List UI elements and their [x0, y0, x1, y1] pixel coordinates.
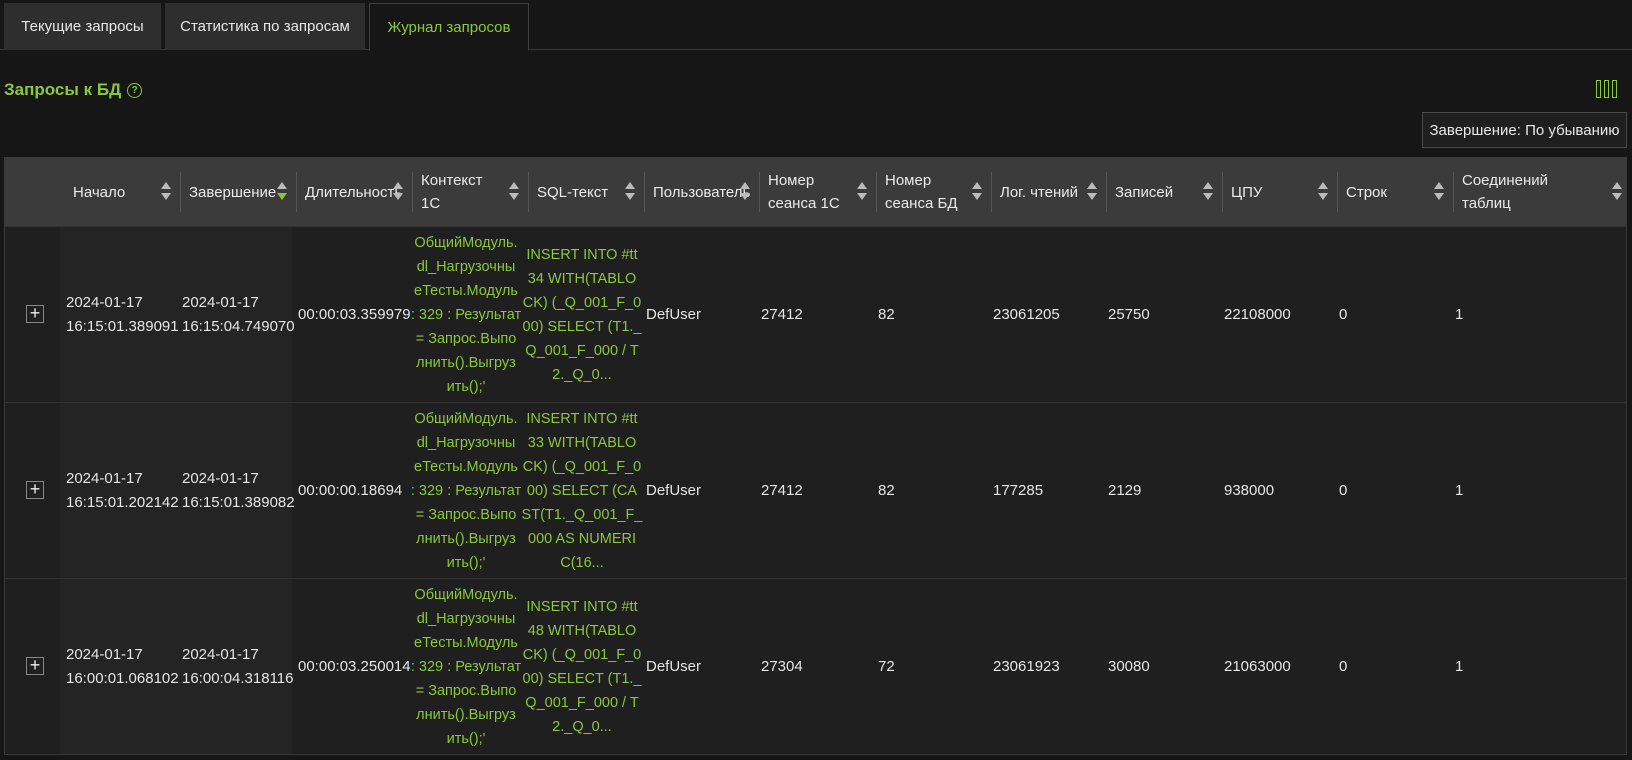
sort-arrows-icon[interactable] [1318, 182, 1328, 202]
col-context-1c-cell[interactable]: ОбщийМодуль. dl_Нагрузочны еТесты.Модуль… [408, 227, 524, 402]
col-table-joins-cell: 1 [1455, 657, 1464, 675]
column-header-label: Номер сеанса БД [885, 172, 958, 212]
col-cpu-header[interactable]: ЦПУ [1223, 158, 1338, 226]
col-end-header[interactable]: Завершение [181, 158, 297, 226]
column-header-label: Строк [1346, 183, 1387, 201]
col-context-1c-cell[interactable]: ОбщийМодуль. dl_Нагрузочны еТесты.Модуль… [408, 403, 524, 578]
column-header-label: Начало [73, 183, 126, 201]
col-duration-cell: 00:00:00.18694 [298, 481, 403, 499]
col-user-cell: DefUser [646, 481, 702, 499]
table-header: Начало Завершение Длительность Контекст 1С S… [5, 158, 1626, 226]
col-table-joins-cell: 1 [1455, 305, 1464, 323]
column-header-label: ЦПУ [1231, 183, 1263, 201]
col-duration-cell: 00:00:03.359979 [298, 305, 411, 323]
section-title-text: Запросы к БД [4, 80, 122, 99]
column-header-label: Соединений таблиц [1462, 172, 1548, 212]
table-row[interactable]: +2024-01-17 16:00:01.068102 2024-01-17 16… [5, 578, 1626, 754]
col-session-1c-cell: 27304 [761, 657, 803, 675]
tab-current-queries[interactable]: Текущие запросы [4, 3, 161, 50]
sort-arrows-icon[interactable] [393, 182, 403, 202]
question-circle-icon[interactable]: ? [127, 82, 143, 98]
col-session-db-cell: 82 [878, 305, 895, 323]
sort-arrows-icon[interactable] [509, 182, 519, 202]
col-table-joins-cell: 1 [1455, 481, 1464, 499]
col-writes-cell: 2129 [1108, 481, 1142, 499]
table-body: +2024-01-17 16:15:01.389091 2024-01-17 16… [5, 226, 1626, 754]
sort-arrows-icon[interactable] [1434, 182, 1444, 202]
sort-arrows-icon[interactable] [1612, 182, 1622, 202]
col-end-cell: 2024-01-17 16:15:04.749070 [182, 293, 295, 335]
column-header-label: Пользователь [653, 183, 751, 201]
col-cpu-cell: 22108000 [1224, 305, 1291, 323]
tab-bar: Текущие запросы Статистика по запросам Ж… [0, 0, 1632, 51]
column-header-label: Лог. чтений [1000, 183, 1079, 201]
section-title: Запросы к БД ? [4, 80, 143, 100]
column-header-label: Контекст 1С [421, 172, 483, 212]
col-sql-text-cell[interactable]: INSERT INTO #tt 33 WITH(TABLO CK) (_Q_00… [522, 403, 643, 578]
col-cpu-cell: 938000 [1224, 481, 1275, 499]
col-log-reads-cell: 23061205 [993, 305, 1060, 323]
col-duration-cell: 00:00:03.250014 [298, 657, 411, 675]
expand-row-icon[interactable]: + [26, 656, 44, 675]
col-writes-cell: 25750 [1108, 305, 1150, 323]
table-row[interactable]: +2024-01-17 16:15:01.202142 2024-01-17 16… [5, 402, 1626, 578]
queries-table: Начало Завершение Длительность Контекст 1С S… [4, 157, 1627, 755]
col-session-1c-header[interactable]: Номер сеанса 1С [760, 158, 877, 226]
expand-row-icon[interactable]: + [26, 304, 44, 323]
col-rows-cell: 0 [1339, 657, 1348, 675]
tab-query-log[interactable]: Журнал запросов [369, 3, 529, 51]
col-session-db-cell: 82 [878, 481, 895, 499]
col-end-cell: 2024-01-17 16:00:04.318116 [182, 645, 294, 687]
sort-arrows-icon[interactable] [740, 182, 750, 202]
col-duration-header[interactable]: Длительность [297, 158, 413, 226]
col-rows-cell: 0 [1339, 481, 1348, 499]
sort-arrows-icon[interactable] [1087, 182, 1097, 202]
col-sql-text-header[interactable]: SQL-текст [529, 158, 645, 226]
col-cpu-cell: 21063000 [1224, 657, 1291, 675]
col-user-cell: DefUser [646, 305, 702, 323]
col-start-header[interactable]: Начало [65, 158, 181, 226]
col-user-header[interactable]: Пользователь [645, 158, 760, 226]
col-session-db-header[interactable]: Номер сеанса БД [877, 158, 992, 226]
col-session-1c-cell: 27412 [761, 305, 803, 323]
sort-status-badge[interactable]: Завершение: По убыванию [1422, 112, 1627, 148]
col-sql-text-cell[interactable]: INSERT INTO #tt 34 WITH(TABLO CK) (_Q_00… [523, 227, 642, 402]
column-header-label: Записей [1115, 183, 1174, 201]
col-user-cell: DefUser [646, 657, 702, 675]
col-log-reads-cell: 23061923 [993, 657, 1060, 675]
column-header-label: Номер сеанса 1С [768, 172, 840, 212]
column-header-label: Длительность [305, 183, 403, 201]
col-session-db-cell: 72 [878, 657, 895, 675]
col-log-reads-cell: 177285 [993, 481, 1044, 499]
col-context-1c-cell[interactable]: ОбщийМодуль. dl_Нагрузочны еТесты.Модуль… [408, 579, 524, 754]
col-start-cell: 2024-01-17 16:15:01.202142 [66, 469, 179, 511]
tab-query-statistics[interactable]: Статистика по запросам [165, 3, 365, 50]
col-start-cell: 2024-01-17 16:15:01.389091 [66, 293, 179, 335]
col-table-joins-header[interactable]: Соединений таблиц [1454, 158, 1632, 226]
sort-arrows-icon[interactable] [857, 182, 867, 202]
col-writes-header[interactable]: Записей [1107, 158, 1223, 226]
expand-row-icon[interactable]: + [26, 480, 44, 499]
col-log-reads-header[interactable]: Лог. чтений [992, 158, 1107, 226]
col-sql-text-cell[interactable]: INSERT INTO #tt 48 WITH(TABLO CK) (_Q_00… [523, 579, 642, 754]
column-header-label: Завершение [189, 183, 277, 201]
col-rows-header[interactable]: Строк [1338, 158, 1454, 226]
columns-icon[interactable] [1596, 80, 1618, 100]
sort-arrows-icon[interactable] [972, 182, 982, 202]
sort-arrows-icon[interactable] [161, 182, 171, 202]
col-end-cell: 2024-01-17 16:15:01.389082 [182, 469, 295, 511]
col-context-1c-header[interactable]: Контекст 1С [413, 158, 529, 226]
column-header-label: SQL-текст [537, 183, 609, 201]
col-writes-cell: 30080 [1108, 657, 1150, 675]
col-rows-cell: 0 [1339, 305, 1348, 323]
sort-arrows-icon[interactable] [277, 182, 287, 202]
col-session-1c-cell: 27412 [761, 481, 803, 499]
col-start-cell: 2024-01-17 16:00:01.068102 [66, 645, 179, 687]
sort-arrows-icon[interactable] [625, 182, 635, 202]
table-row[interactable]: +2024-01-17 16:15:01.389091 2024-01-17 16… [5, 226, 1626, 402]
sort-arrows-icon[interactable] [1203, 182, 1213, 202]
